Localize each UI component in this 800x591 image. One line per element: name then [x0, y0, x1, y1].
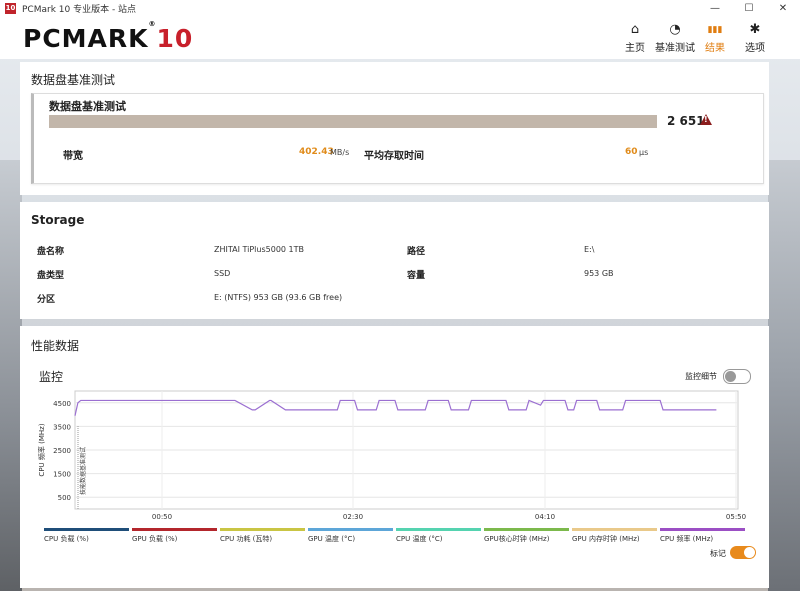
legend-label: CPU 功耗 (瓦特)	[220, 535, 273, 543]
legend-item[interactable]: GPU 内存时钟 (MHz)	[572, 528, 657, 544]
legend-label: CPU 温度 (°C)	[396, 535, 443, 543]
disk-name-label: 盘名称	[37, 247, 65, 257]
legend-label: CPU 频率 (MHz)	[660, 535, 714, 543]
legend-label: GPU 温度 (°C)	[308, 535, 356, 543]
legend-label: GPU核心时钟 (MHz)	[484, 535, 550, 543]
x-tick-label: 02:30	[343, 513, 363, 521]
disk-type-value: SSD	[214, 269, 231, 278]
gear-icon: ✱	[749, 22, 761, 37]
marker-text: 技能数据基准测试	[79, 447, 87, 495]
legend-swatch	[572, 528, 657, 531]
storage-title: Storage	[31, 213, 85, 227]
bandwidth-label: 带宽	[63, 151, 83, 162]
chart-legend: CPU 负载 (%) GPU 负载 (%) CPU 功耗 (瓦特) GPU 温度 (°…	[44, 528, 745, 544]
main-nav: ⌂ 主页 ◔ 基准测试 ▮▮▮ 结果 ✱ 选项	[615, 21, 775, 54]
legend-swatch	[308, 528, 393, 531]
path-label: 路径	[407, 247, 426, 257]
latency-value: 60	[625, 147, 638, 157]
marker-label: 标记	[710, 549, 726, 558]
y-axis-label: CPU 频率 (MHz)	[37, 423, 46, 476]
nav-gauge[interactable]: ◔ 基准测试	[655, 21, 695, 54]
partition-label: 分区	[37, 295, 56, 305]
cpu-frequency-chart: 500 1500 2500 3500 4500 00:50 02:30 04:10 05:50 C…	[37, 390, 746, 521]
bandwidth-value: 402.43	[299, 147, 334, 157]
capacity-label: 容量	[407, 271, 426, 281]
legend-label: CPU 负载 (%)	[44, 535, 89, 543]
nav-bar-chart[interactable]: ▮▮▮ 结果	[695, 21, 735, 54]
home-icon: ⌂	[630, 22, 640, 37]
legend-swatch	[132, 528, 217, 531]
nav-label: 基准测试	[655, 43, 695, 54]
disk-name-value: ZHITAI TiPlus5000 1TB	[214, 245, 305, 254]
legend-swatch	[44, 528, 129, 531]
legend-item[interactable]: GPU 负载 (%)	[132, 528, 217, 544]
x-tick-label: 05:50	[726, 513, 746, 521]
y-tick-label: 2500	[53, 447, 71, 455]
score-bar	[49, 115, 657, 128]
latency-label: 平均存取时间	[364, 151, 424, 162]
legend-swatch	[660, 528, 745, 531]
nav-label: 选项	[745, 43, 765, 54]
app-icon: 10	[5, 3, 16, 14]
capacity-value: 953 GB	[584, 269, 614, 278]
pcmark-logo: PCMARK®10	[23, 19, 194, 53]
card-title: 数据盘基准测试	[49, 100, 126, 113]
minimize-button[interactable]: —	[698, 0, 732, 17]
maximize-button[interactable]: ☐	[732, 0, 766, 17]
y-tick-label: 3500	[53, 423, 71, 431]
legend-swatch	[220, 528, 305, 531]
latency-unit: μs	[639, 148, 649, 157]
legend-item[interactable]: CPU 负载 (%)	[44, 528, 129, 544]
nav-label: 主页	[625, 43, 645, 54]
legend-swatch	[484, 528, 569, 531]
legend-item[interactable]: GPU核心时钟 (MHz)	[484, 528, 569, 544]
legend-swatch	[396, 528, 481, 531]
legend-item[interactable]: CPU 温度 (°C)	[396, 528, 481, 544]
score-value: 2 651	[667, 114, 705, 128]
nav-gear[interactable]: ✱ 选项	[735, 21, 775, 54]
legend-item[interactable]: CPU 频率 (MHz)	[660, 528, 745, 544]
monitor-detail-toggle[interactable]	[723, 369, 751, 384]
x-tick-label: 00:50	[152, 513, 172, 521]
legend-item[interactable]: CPU 功耗 (瓦特)	[220, 528, 305, 544]
section-title: 数据盘基准测试	[31, 73, 116, 87]
y-tick-label: 500	[58, 494, 71, 502]
app-header: PCMARK®10 ⌂ 主页 ◔ 基准测试 ▮▮▮ 结果 ✱ 选项	[0, 17, 800, 59]
marker-toggle[interactable]	[730, 546, 756, 559]
disk-type-label: 盘类型	[37, 271, 65, 281]
nav-label: 结果	[705, 43, 725, 54]
background-city-right	[768, 160, 800, 591]
window-titlebar: 10 PCMark 10 专业版本 - 站点 — ☐ ✕	[0, 0, 800, 17]
y-tick-label: 4500	[53, 400, 71, 408]
bar-chart-icon: ▮▮▮	[707, 25, 723, 35]
legend-item[interactable]: GPU 温度 (°C)	[308, 528, 393, 544]
storage-panel: Storage 盘名称 ZHITAI TiPlus5000 1TB 路径 E:\…	[20, 202, 769, 319]
partition-value: E: (NTFS) 953 GB (93.6 GB free)	[214, 293, 343, 302]
close-button[interactable]: ✕	[766, 0, 800, 17]
monitor-title: 监控	[39, 370, 64, 384]
window-title: PCMark 10 专业版本 - 站点	[22, 5, 137, 15]
benchmark-result-card: 数据盘基准测试 2 651 ! 带宽 402.43 MB/s 平均存取时间 60…	[31, 93, 764, 184]
nav-home[interactable]: ⌂ 主页	[615, 21, 655, 54]
performance-title: 性能数据	[31, 339, 80, 353]
gauge-icon: ◔	[669, 22, 681, 37]
bandwidth-unit: MB/s	[330, 148, 350, 157]
y-tick-label: 1500	[53, 471, 71, 479]
warning-icon[interactable]: !	[700, 114, 712, 125]
legend-label: GPU 内存时钟 (MHz)	[572, 535, 640, 543]
x-tick-label: 04:10	[535, 513, 555, 521]
performance-panel: 性能数据 监控 监控细节 500 1500 2500 3500 4500 00:50 02:…	[20, 326, 769, 588]
background-city-left	[0, 160, 22, 591]
legend-label: GPU 负载 (%)	[132, 535, 178, 543]
benchmark-panel: 数据盘基准测试 数据盘基准测试 2 651 ! 带宽 402.43 MB/s 平…	[20, 62, 769, 195]
path-value: E:\	[584, 245, 595, 254]
monitor-detail-label: 监控细节	[685, 372, 717, 381]
